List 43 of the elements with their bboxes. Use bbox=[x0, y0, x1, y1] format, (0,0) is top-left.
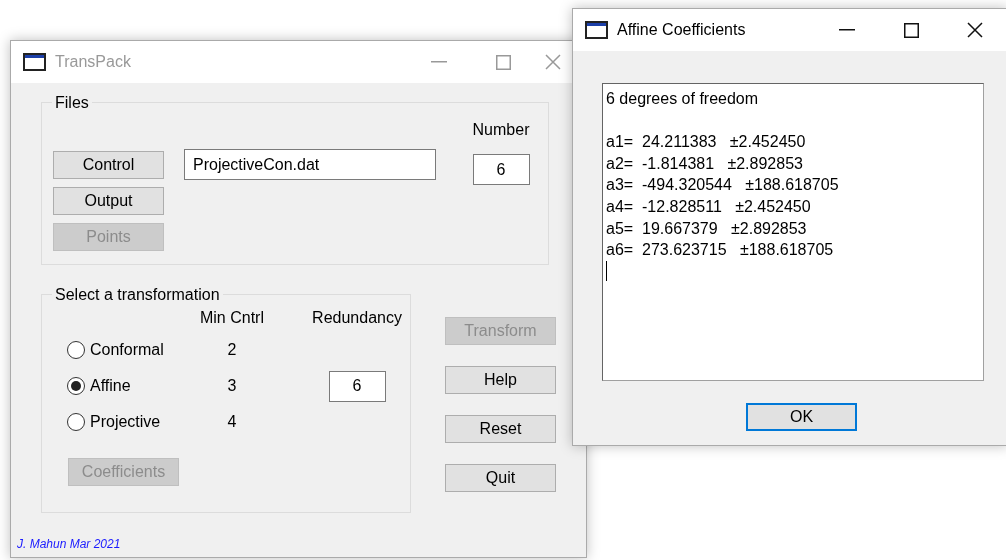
group-label: Select a transformation bbox=[54, 285, 221, 305]
option-label[interactable]: Affine bbox=[90, 374, 131, 399]
app-window-icon bbox=[585, 21, 608, 39]
field-label: Number bbox=[472, 120, 530, 141]
memo-line: 6 degrees of freedom bbox=[606, 89, 760, 109]
group-label: Files bbox=[54, 93, 90, 113]
file-name-field[interactable]: ProjectiveCon.dat bbox=[184, 149, 436, 181]
app-window-icon bbox=[23, 53, 46, 71]
redundancy-field[interactable]: 6 bbox=[328, 370, 386, 402]
memo-line: a6= 273.623715 ±188.618705 bbox=[606, 240, 835, 261]
window-title: TransPack bbox=[55, 52, 131, 72]
file-button[interactable]: Control bbox=[53, 151, 164, 180]
radio-button[interactable] bbox=[67, 413, 85, 432]
column-header: Min Cntrl bbox=[199, 308, 265, 329]
memo-line: a4= -12.828511 ±2.452450 bbox=[606, 196, 812, 217]
min-control-value: 3 bbox=[226, 376, 238, 397]
number-field[interactable]: 6 bbox=[472, 154, 530, 186]
file-button[interactable]: Output bbox=[53, 187, 164, 216]
window-title: Affine Coefficients bbox=[617, 20, 746, 40]
close-icon bbox=[967, 22, 983, 38]
close-icon bbox=[545, 54, 561, 70]
minimize-icon bbox=[431, 61, 447, 63]
option-label[interactable]: Projective bbox=[90, 410, 161, 435]
option-label[interactable]: Conformal bbox=[90, 338, 164, 363]
maximize-icon bbox=[495, 54, 511, 70]
min-control-value: 4 bbox=[226, 412, 238, 433]
min-control-value: 2 bbox=[226, 340, 238, 361]
action-button[interactable]: Quit bbox=[445, 464, 556, 492]
maximize-icon bbox=[903, 22, 919, 38]
memo-line: a2= -1.814381 ±2.892853 bbox=[606, 153, 804, 174]
memo-line: a5= 19.667379 ±2.892853 bbox=[606, 218, 808, 239]
memo-line: a1= 24.211383 ±2.452450 bbox=[606, 132, 807, 153]
column-header: Redundancy bbox=[311, 308, 403, 329]
memo-line: a3= -494.320544 ±188.618705 bbox=[606, 175, 840, 196]
radio-button[interactable] bbox=[67, 341, 85, 360]
author-credit: J. Mahun Mar 2021 bbox=[17, 536, 121, 553]
ok-button[interactable]: OK bbox=[746, 403, 857, 431]
minimize-icon bbox=[839, 29, 855, 31]
action-button[interactable]: Help bbox=[445, 366, 556, 394]
action-button[interactable]: Reset bbox=[445, 415, 556, 443]
text-cursor bbox=[606, 260, 607, 281]
radio-button[interactable] bbox=[67, 377, 85, 396]
coefficients-text-area[interactable]: 6 degrees of freedom a1= 24.211383 ±2.452450 a2= -1.814381 ±2.892853 a3= -494.320544 ±188.618705 a4= -12.828511 ±2.452450 a5= 19.667379 ±2.892853 a6= 273.623715 ±188.618705 bbox=[602, 83, 984, 381]
